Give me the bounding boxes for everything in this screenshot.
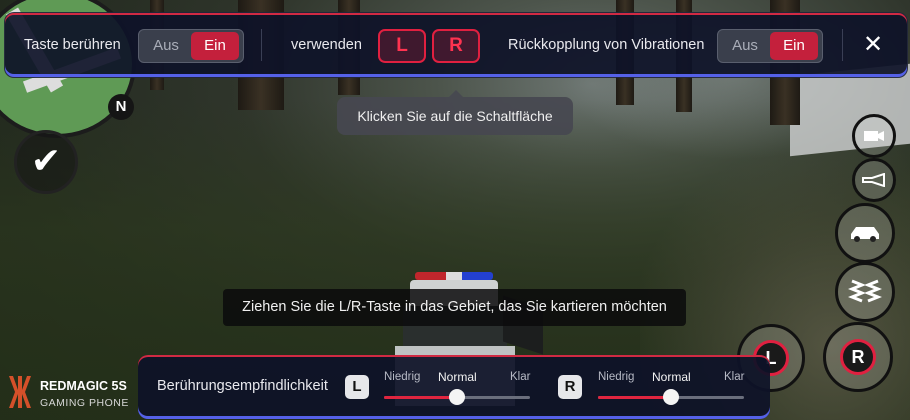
right-normal-label: Normal <box>652 370 691 384</box>
right-key-button[interactable]: R <box>432 29 480 63</box>
right-slider-thumb[interactable] <box>663 389 679 405</box>
compass-north-icon: N <box>108 94 134 120</box>
touch-key-off-option[interactable]: Aus <box>143 30 189 62</box>
left-normal-label: Normal <box>438 370 477 384</box>
divider <box>842 29 843 61</box>
left-slider-fill <box>384 396 457 399</box>
vibration-on-option[interactable]: Ein <box>770 32 818 60</box>
touch-key-toggle[interactable]: Aus Ein <box>138 29 244 63</box>
drag-hint-text: Ziehen Sie die L/R-Taste in das Gebiet, … <box>242 299 667 315</box>
left-sensitivity-badge: L <box>345 375 369 399</box>
tooltip-text: Klicken Sie auf die Schaltfläche <box>357 108 553 124</box>
touch-key-on-option[interactable]: Ein <box>191 32 239 60</box>
left-low-label: Niedrig <box>384 371 421 383</box>
left-slider-thumb[interactable] <box>449 389 465 405</box>
car-icon[interactable] <box>835 203 895 263</box>
tooltip: Klicken Sie auf die Schaltfläche <box>337 90 573 135</box>
right-trigger-label: R <box>840 339 876 375</box>
camera-icon[interactable] <box>852 114 896 158</box>
horn-icon[interactable] <box>852 158 896 202</box>
vibration-toggle[interactable]: Aus Ein <box>717 29 823 63</box>
right-sensitivity-badge: R <box>558 375 582 399</box>
right-high-label: Klar <box>724 371 745 383</box>
use-keys-label: verwenden <box>291 37 362 53</box>
vibration-off-option[interactable]: Aus <box>722 30 768 62</box>
right-low-label: Niedrig <box>598 371 635 383</box>
touch-key-label: Taste berühren <box>24 37 121 53</box>
confirm-checkmark-button[interactable]: ✔ <box>14 130 78 194</box>
left-high-label: Klar <box>510 371 531 383</box>
redmagic-logo-icon <box>9 376 31 408</box>
sensitivity-panel: Berührungsempfindlichkeit L Niedrig Norm… <box>138 355 770 419</box>
drag-hint: Ziehen Sie die L/R-Taste in das Gebiet, … <box>223 289 686 326</box>
police-lightbar <box>415 272 493 280</box>
right-trigger-brake-button[interactable]: R <box>823 322 893 392</box>
left-key-button[interactable]: L <box>378 29 426 63</box>
brand-subtitle: GAMING PHONE <box>40 397 129 409</box>
divider <box>261 29 262 61</box>
tire-tread-icon[interactable] <box>835 262 895 322</box>
right-slider-fill <box>598 396 671 399</box>
vibration-feedback-label: Rückkopplung von Vibrationen <box>508 37 705 53</box>
sensitivity-label: Berührungsempfindlichkeit <box>157 378 328 394</box>
close-icon[interactable]: ✕ <box>863 33 883 57</box>
brand-name: REDMAGIC 5S <box>40 379 127 393</box>
touch-key-settings-panel: Taste berühren Aus Ein verwenden L R Rüc… <box>4 12 908 78</box>
